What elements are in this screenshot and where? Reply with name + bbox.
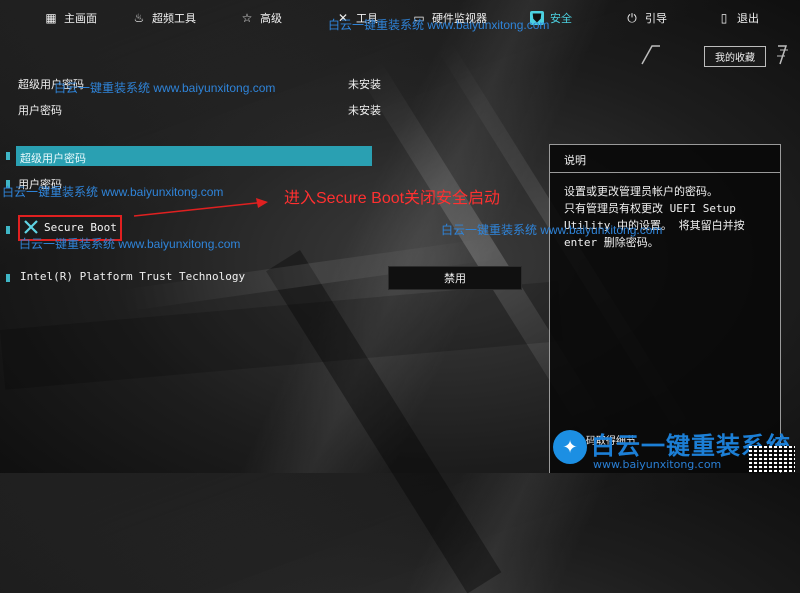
description-title: 说明 <box>564 154 586 167</box>
flame-icon: ♨ <box>133 11 145 25</box>
nav-advanced-label: 高级 <box>260 12 282 25</box>
exit-icon: ▯ <box>720 11 728 25</box>
intel-ptt-item[interactable]: Intel(R) Platform Trust Technology <box>20 270 245 283</box>
nav-exit-label: 退出 <box>737 12 759 25</box>
my-favorites[interactable]: 我的收藏 <box>640 42 790 68</box>
secure-boot-bullet <box>6 226 10 234</box>
wrench-icon <box>24 220 38 234</box>
grid-icon: ▦ <box>45 11 57 25</box>
nav-advanced[interactable]: ☆ 高级 <box>240 8 282 28</box>
user-password-status-label: 用户密码 <box>18 104 62 117</box>
description-panel: 说明 设置或更改管理员帐户的密码。 只有管理员有权更改 UEFI Setup U… <box>549 144 781 473</box>
supervisor-password-item-label: 超级用户密码 <box>20 152 86 165</box>
nav-oc-tweaker[interactable]: ♨ 超频工具 <box>132 8 196 28</box>
supervisor-password-status-value: 未安装 <box>348 78 381 91</box>
description-body: 设置或更改管理员帐户的密码。 只有管理员有权更改 UEFI Setup Util… <box>564 185 745 249</box>
watermark-text: 白云一键重装系统 www.baiyunxitong.com <box>441 223 663 237</box>
watermark-text: 白云一键重装系统 www.baiyunxitong.com <box>19 237 241 251</box>
watermark-text: 白云一键重装系统 www.baiyunxitong.com <box>328 18 550 32</box>
favorites-label: 我的收藏 <box>704 46 766 67</box>
nav-boot[interactable]: ⏻ 引导 <box>625 8 667 28</box>
star-icon: ☆ <box>241 11 253 25</box>
power-icon: ⏻ <box>627 10 637 25</box>
brand-watermark: ✦ 白云一键重装系统 www.baiyunxitong.com <box>553 428 800 473</box>
ptt-bullet <box>6 274 10 282</box>
secure-boot-item[interactable]: Secure Boot <box>44 221 117 234</box>
intel-ptt-value-label: 禁用 <box>444 272 466 285</box>
nav-exit[interactable]: ▯ 退出 <box>717 8 759 28</box>
nav-boot-label: 引导 <box>645 12 667 25</box>
watermark-text: 白云一键重装系统 www.baiyunxitong.com <box>54 81 276 95</box>
nav-security-label: 安全 <box>550 12 572 25</box>
watermark-text: 白云一键重装系统 www.baiyunxitong.com <box>2 185 224 199</box>
brand-url: www.baiyunxitong.com <box>593 458 722 471</box>
nav-main-label: 主画面 <box>64 12 97 25</box>
user-password-status-value: 未安装 <box>348 104 381 117</box>
qr-code-icon <box>749 446 795 472</box>
nav-main[interactable]: ▦ 主画面 <box>44 8 97 28</box>
intel-ptt-value[interactable]: 禁用 <box>388 266 522 290</box>
bird-logo-icon: ✦ <box>553 430 587 464</box>
annotation-text: 进入Secure Boot关闭安全启动 <box>284 190 501 207</box>
description-header: 说明 <box>550 145 780 173</box>
nav-oc-tweaker-label: 超频工具 <box>152 12 196 25</box>
supervisor-password-bullet <box>6 152 10 160</box>
